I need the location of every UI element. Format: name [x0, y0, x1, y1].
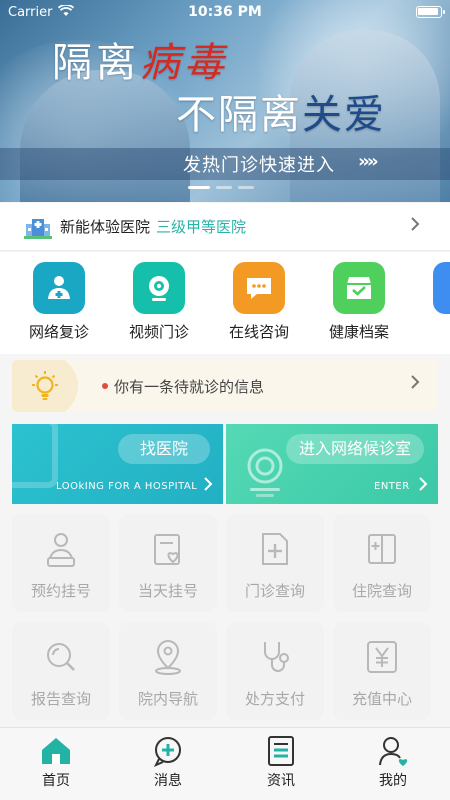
status-bar: Carrier 10:36 PM: [0, 0, 450, 24]
grid-item-label: 预约挂号: [30, 582, 91, 600]
chevron-right-icon: [203, 476, 213, 497]
quick-item-online-consult[interactable]: 在线咨询: [209, 262, 309, 342]
find-hospital-subtitle: LOOkING FOR A HOSPITAL: [56, 481, 198, 492]
report-search-icon: [44, 638, 78, 676]
banner-headline-1: 隔离病毒: [52, 40, 228, 86]
quick-item-video-clinic[interactable]: 视频门诊: [109, 262, 209, 342]
waiting-room-card[interactable]: 进入网络候诊室 ENTER: [226, 424, 438, 504]
archive-icon: [333, 262, 385, 314]
grid-item-navigation[interactable]: 院内导航: [119, 622, 217, 720]
hospital-building-icon: [24, 215, 52, 239]
yen-icon: [365, 638, 399, 676]
grid-item-label: 充值中心: [351, 690, 412, 708]
location-icon: [151, 638, 185, 676]
fever-clinic-entry-link[interactable]: 发热门诊快速进入: [183, 151, 335, 177]
quick-item-label: 网络复诊: [28, 323, 89, 341]
tab-label: 消息: [154, 773, 182, 789]
hospital-name: 新能体验医院: [60, 218, 151, 236]
grid-item-prescription-payment[interactable]: 处方支付: [226, 622, 324, 720]
card-decoration: [12, 424, 58, 488]
notice-text: 你有一条待就诊的信息: [114, 378, 265, 396]
quick-item-online-revisit[interactable]: 网络复诊: [9, 262, 109, 342]
grid-item-clinic-query[interactable]: 门诊查询: [226, 514, 324, 612]
banner-carousel[interactable]: Carrier 10:36 PM 隔离病毒 不隔离关爱 发热门诊快速进入 ›››…: [0, 0, 450, 202]
grid-item-label: 处方支付: [244, 690, 305, 708]
battery-icon: [416, 6, 445, 18]
hospital-grade: 三级甲等医院: [156, 218, 247, 236]
quick-item-label: 便: [409, 321, 450, 342]
carousel-dot: [238, 186, 254, 189]
news-icon: [264, 734, 298, 768]
find-hospital-title: 找医院: [118, 434, 210, 464]
chevron-right-icon: [410, 216, 420, 237]
grid-item-report-query[interactable]: 报告查询: [12, 622, 110, 720]
tab-label: 首页: [42, 773, 70, 789]
profile-icon: [376, 734, 410, 768]
grid-item-same-day[interactable]: 当天挂号: [119, 514, 217, 612]
doctor-icon: [33, 262, 85, 314]
grid-item-inpatient-query[interactable]: 住院查询: [333, 514, 431, 612]
quick-services: 网络复诊 视频门诊 在线咨询 健康档案 便: [0, 252, 450, 354]
tab-home[interactable]: 首页: [21, 734, 91, 790]
carousel-dot: [216, 186, 232, 189]
appointment-icon: [44, 530, 78, 568]
hospital-selector[interactable]: 新能体验医院 三级甲等医院: [0, 203, 450, 251]
quick-item-convenience[interactable]: 便: [409, 262, 450, 342]
chevrons-right-icon: ››››: [358, 151, 379, 172]
tab-label: 我的: [379, 773, 407, 789]
chevron-right-icon: [418, 476, 428, 497]
chevron-right-icon: [410, 374, 420, 395]
tab-label: 资讯: [267, 773, 295, 789]
waiting-room-subtitle: ENTER: [374, 481, 410, 492]
home-icon: [39, 734, 73, 768]
quick-item-label: 在线咨询: [228, 323, 289, 341]
carousel-indicator: [188, 186, 254, 189]
tab-profile[interactable]: 我的: [358, 734, 428, 790]
quick-item-label: 健康档案: [328, 323, 389, 341]
grid-item-label: 住院查询: [351, 582, 412, 600]
grid-item-label: 报告查询: [30, 690, 91, 708]
message-icon: [151, 734, 185, 768]
grid-item-appointment[interactable]: 预约挂号: [12, 514, 110, 612]
quick-item-label: 视频门诊: [128, 323, 189, 341]
pending-visit-notice[interactable]: 你有一条待就诊的信息: [12, 360, 438, 412]
status-time: 10:36 PM: [188, 4, 262, 20]
carousel-dot-active: [188, 186, 210, 189]
find-hospital-card[interactable]: 找医院 LOOkING FOR A HOSPITAL: [12, 424, 223, 504]
lightbulb-icon: [28, 370, 62, 404]
chat-icon: [233, 262, 285, 314]
service-icon: [433, 262, 450, 314]
grid-item-label: 当天挂号: [137, 582, 198, 600]
webcam-icon: [242, 446, 288, 504]
waiting-room-title: 进入网络候诊室: [286, 434, 424, 464]
stethoscope-icon: [258, 638, 292, 676]
grid-item-label: 门诊查询: [244, 582, 305, 600]
tab-news[interactable]: 资讯: [246, 734, 316, 790]
quick-item-health-records[interactable]: 健康档案: [309, 262, 409, 342]
clinic-query-icon: [258, 530, 292, 568]
bottom-tab-bar: 首页 消息 资讯 我的: [0, 727, 450, 800]
unread-dot: [102, 383, 108, 389]
home-screen: Carrier 10:36 PM 隔离病毒 不隔离关爱 发热门诊快速进入 ›››…: [0, 0, 450, 800]
sameday-icon: [151, 530, 185, 568]
grid-item-recharge[interactable]: 充值中心: [333, 622, 431, 720]
grid-item-label: 院内导航: [137, 690, 198, 708]
tab-messages[interactable]: 消息: [133, 734, 203, 790]
banner-headline-2: 不隔离关爱: [176, 92, 386, 138]
inpatient-query-icon: [365, 530, 399, 568]
camera-icon: [133, 262, 185, 314]
